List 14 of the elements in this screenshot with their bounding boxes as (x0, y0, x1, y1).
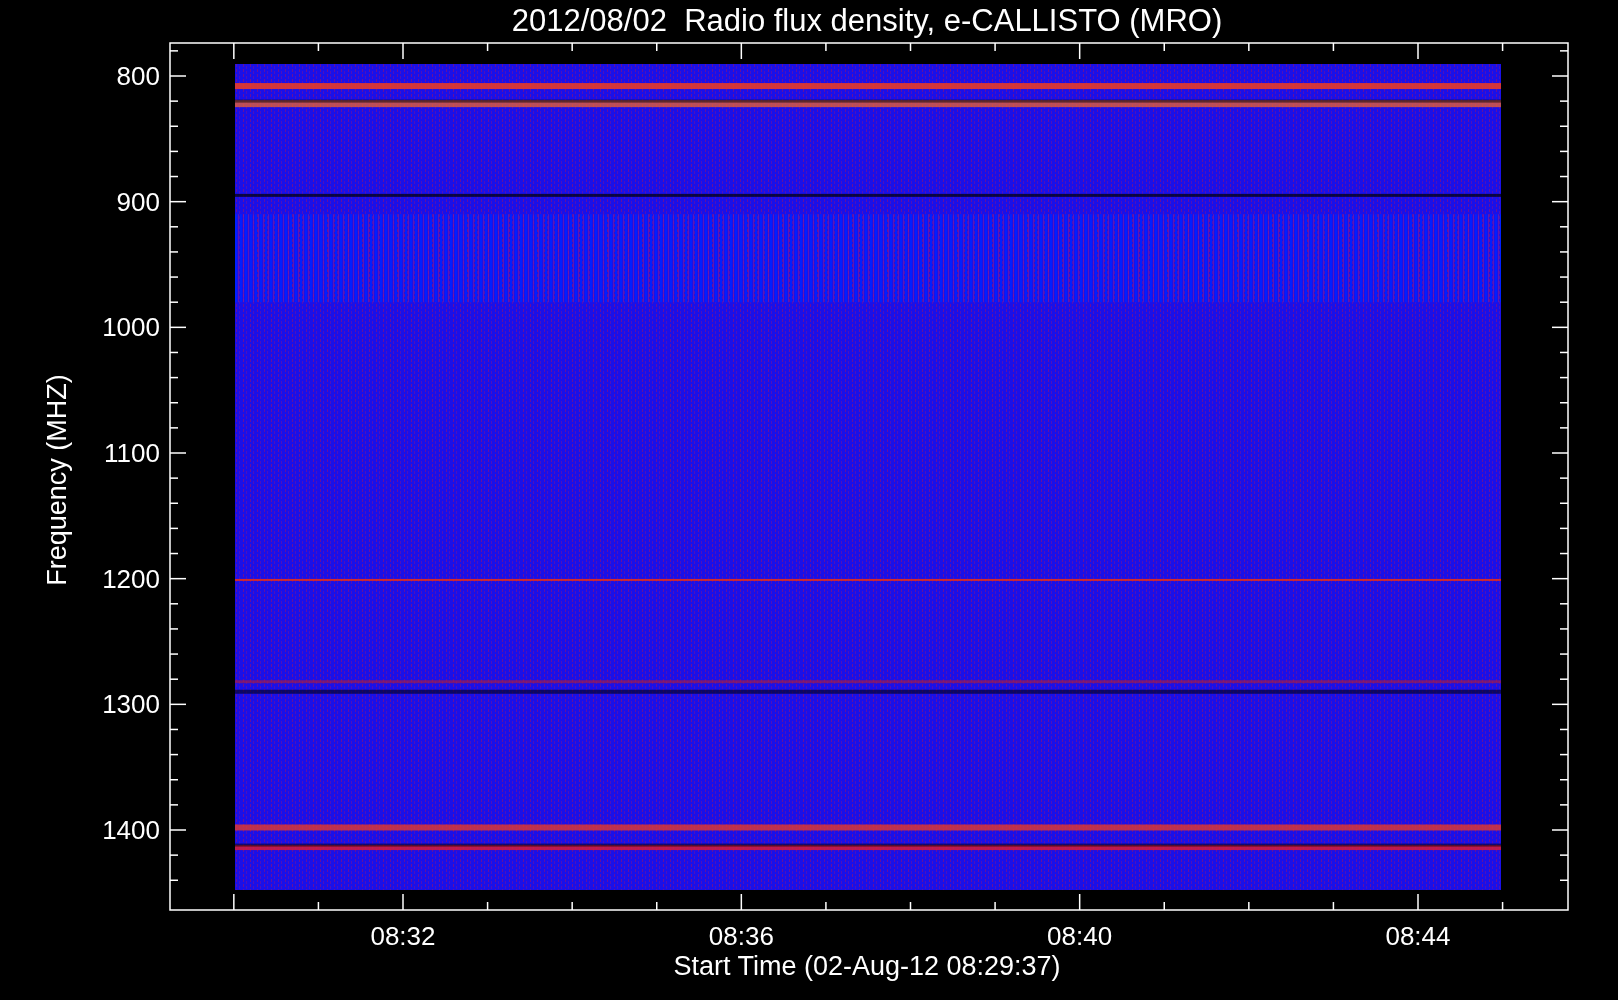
y-tick-label: 1400 (101, 815, 160, 845)
y-tick-label: 1000 (101, 312, 160, 343)
y-axis-label: Frequency (MHZ) (41, 374, 73, 586)
x-tick-label: 08:36 (707, 921, 775, 951)
y-tick-label: 1200 (101, 563, 160, 594)
x-tick-label: 08:32 (369, 921, 437, 951)
y-tick-label: 1300 (101, 689, 160, 720)
y-tick-label: 1100 (103, 438, 160, 468)
x-axis-label: Start Time (02-Aug-12 08:29:37) (672, 950, 1062, 982)
y-tick-label: 900 (115, 186, 160, 217)
x-tick-label: 08:44 (1384, 921, 1452, 951)
y-tick-label: 800 (115, 61, 160, 91)
chart-title: 2012/08/02 Radio flux density, e-CALLISTO (MRO) (510, 2, 1224, 40)
x-tick-label: 08:40 (1046, 921, 1114, 951)
